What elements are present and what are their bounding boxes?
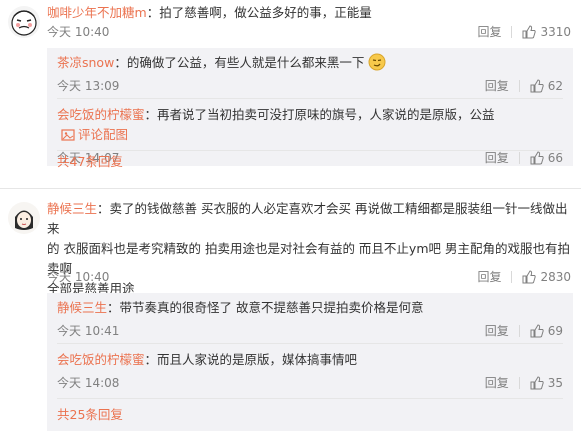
timestamp: 今天 10:41 xyxy=(57,324,120,338)
thumbs-up-icon xyxy=(530,324,544,338)
thumbs-up-icon xyxy=(522,270,537,284)
view-image-link[interactable]: 评论配图 xyxy=(61,125,563,145)
divider xyxy=(57,398,563,399)
reply-button[interactable]: 回复 xyxy=(477,23,501,41)
comment-actions: 回复 2830 xyxy=(477,268,571,286)
comment-body-line: ：卖了的钱做慈善 买衣服的人必定喜欢才会买 再说做工精细都是服装组一针一线做出来 xyxy=(47,201,568,236)
more-replies-link[interactable]: 共25条回复 xyxy=(57,405,563,425)
reply-body: ：带节奏真的很奇怪了 故意不提慈善只提拍卖价格是何意 xyxy=(107,300,424,315)
like-count: 2830 xyxy=(540,270,571,284)
like-count: 62 xyxy=(547,79,563,93)
avatar[interactable] xyxy=(8,202,40,234)
thumbs-up-icon xyxy=(530,79,544,93)
like-button[interactable]: 2830 xyxy=(522,268,571,286)
comment-text: 咖啡少年不加糖m：拍了慈善啊，做公益多好的事，正能量 xyxy=(47,3,571,23)
timestamp: 今天 14:08 xyxy=(57,376,120,390)
avatar[interactable] xyxy=(8,6,40,38)
thumbs-up-icon xyxy=(522,25,537,39)
smirk-emoji-icon xyxy=(368,53,386,71)
reply-body: ：再者说了当初拍卖可没打原味的旗号，人家说的是原版，公益 xyxy=(144,107,495,122)
reply-actions: 回复 69 xyxy=(485,322,563,340)
reply-item: 静候三生：带节奏真的很奇怪了 故意不提慈善只提拍卖价格是何意 今天 10:41 … xyxy=(57,298,563,340)
thumbs-up-icon xyxy=(530,376,544,390)
divider xyxy=(57,150,563,151)
like-count: 3310 xyxy=(540,25,571,39)
divider xyxy=(511,271,513,283)
image-icon xyxy=(61,129,75,141)
username-link[interactable]: 咖啡少年不加糖m xyxy=(47,5,147,20)
comment-actions: 回复 3310 xyxy=(477,23,571,41)
timestamp: 今天 13:09 xyxy=(57,79,120,93)
like-button[interactable]: 69 xyxy=(530,322,563,340)
divider xyxy=(57,98,563,99)
reply-button[interactable]: 回复 xyxy=(477,268,501,286)
like-button[interactable]: 62 xyxy=(530,77,563,95)
comment-body: ：拍了慈善啊，做公益多好的事，正能量 xyxy=(146,5,372,20)
reply-meta: 今天 13:09 回复 62 xyxy=(57,77,563,95)
reply-body: ：而且人家说的是原版，媒体搞事情吧 xyxy=(144,352,358,367)
comment-meta: 今天 10:40 回复 2830 xyxy=(47,268,571,286)
like-count: 69 xyxy=(547,324,563,338)
divider xyxy=(518,377,520,389)
comment-divider xyxy=(0,188,581,189)
reply-button[interactable]: 回复 xyxy=(485,374,509,392)
timestamp: 今天 10:40 xyxy=(47,270,110,284)
reply-item: 茶凉snow：的确做了公益，有些人就是什么都来黑一下 今天 13:09 回复 6… xyxy=(57,53,563,95)
like-button[interactable]: 3310 xyxy=(522,23,571,41)
username-link[interactable]: 茶凉snow xyxy=(57,55,114,70)
divider xyxy=(511,26,513,38)
reply-meta: 今天 14:08 回复 35 xyxy=(57,374,563,392)
reply-actions: 回复 62 xyxy=(485,77,563,95)
reply-list: 茶凉snow：的确做了公益，有些人就是什么都来黑一下 今天 13:09 回复 6… xyxy=(47,48,573,169)
username-link[interactable]: 静候三生 xyxy=(47,201,97,216)
reply-button[interactable]: 回复 xyxy=(485,77,509,95)
username-link[interactable]: 会吃饭的柠檬蜜 xyxy=(57,352,145,367)
more-replies-link[interactable]: 共47条回复 xyxy=(57,152,563,172)
like-count: 35 xyxy=(547,376,563,390)
username-link[interactable]: 静候三生 xyxy=(57,300,107,315)
like-button[interactable]: 35 xyxy=(530,374,563,392)
divider xyxy=(518,80,520,92)
reply-meta: 今天 10:41 回复 69 xyxy=(57,322,563,340)
view-image-label: 评论配图 xyxy=(78,127,129,142)
divider xyxy=(518,325,520,337)
divider xyxy=(57,343,563,344)
reply-actions: 回复 35 xyxy=(485,374,563,392)
reply-list: 静候三生：带节奏真的很奇怪了 故意不提慈善只提拍卖价格是何意 今天 10:41 … xyxy=(47,293,573,431)
comment-meta: 今天 10:40 回复 3310 xyxy=(47,23,571,41)
reply-item: 会吃饭的柠檬蜜：而且人家说的是原版，媒体搞事情吧 今天 14:08 回复 35 xyxy=(57,350,563,392)
timestamp: 今天 10:40 xyxy=(47,25,110,39)
username-link[interactable]: 会吃饭的柠檬蜜 xyxy=(57,107,145,122)
reply-body: ：的确做了公益，有些人就是什么都来黑一下 xyxy=(114,55,365,70)
reply-button[interactable]: 回复 xyxy=(485,322,509,340)
